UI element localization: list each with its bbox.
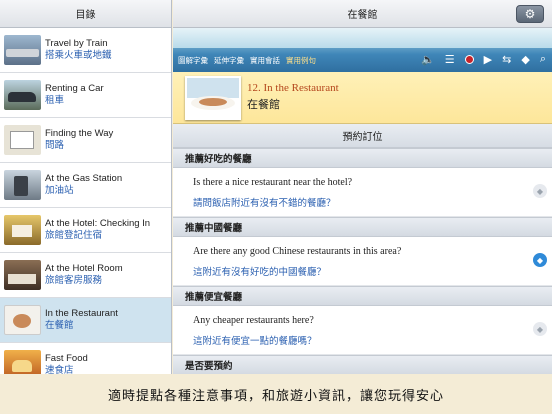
train-thumbnail (4, 35, 41, 65)
category-header: 推薦便宜餐廳 (173, 286, 552, 306)
page-title: 在餐館 (347, 10, 378, 21)
sentence-zh: 這附近有便宜一點的餐廳嗎？ (193, 336, 317, 347)
hotel-thumbnail (4, 215, 41, 245)
sidebar-item-fastfood[interactable]: Fast Food 速食店 (0, 343, 171, 374)
bookmark-tag-icon[interactable]: ◆ (533, 184, 547, 198)
restaurant-thumbnail (4, 305, 41, 335)
lesson-title-en: 12. In the Restaurant (247, 82, 339, 94)
lesson-title-zh: 在餐館 (247, 98, 280, 111)
sidebar-item-en: Renting a Car (45, 83, 104, 94)
mode-tabs: 圖解字彙 延伸字彙 實用會話 實用例句 (178, 55, 316, 66)
sidebar-item-room[interactable]: At the Hotel Room 旅館客房服務 (0, 253, 171, 298)
sidebar-item-zh: 在餐館 (45, 320, 74, 331)
tab-illustrated-vocab[interactable]: 圖解字彙 (178, 55, 208, 66)
sidebar-item-checkin[interactable]: At the Hotel: Checking In 旅館登記住宿 (0, 208, 171, 253)
sidebar-item-zh: 速食店 (45, 365, 74, 374)
bookmark-tag-icon[interactable]: ◆ (533, 253, 547, 267)
sentence-row[interactable]: Any cheaper restaurants here? 這附近有便宜一點的餐… (173, 306, 552, 355)
settings-button[interactable]: ⚙ (516, 5, 544, 23)
gear-icon: ⚙ (524, 7, 536, 21)
sentence-row[interactable]: Are there any good Chinese restaurants i… (173, 237, 552, 286)
playlist-icon[interactable]: ☰ (445, 53, 455, 66)
sidebar-item-zh: 租車 (45, 95, 65, 106)
sidebar-item-en: At the Hotel: Checking In (45, 218, 151, 229)
sidebar-item-en: Travel by Train (45, 38, 108, 49)
sentence-en: Is there a nice restaurant near the hote… (193, 177, 353, 188)
map-thumbnail (4, 125, 41, 155)
speaker-icon[interactable]: 🔈 (421, 53, 435, 66)
sidebar-item-car[interactable]: Renting a Car 租車 (0, 73, 171, 118)
search-icon[interactable]: ⌕ (540, 52, 546, 66)
repeat-icon[interactable]: ⇆ (502, 53, 511, 66)
fastfood-thumbnail (4, 350, 41, 374)
lesson-toolbar: 圖解字彙 延伸字彙 實用會話 實用例句 🔈 ☰ ▶ ⇆ ◆ ⌕ (173, 28, 552, 72)
tag-icon[interactable]: ◆ (521, 53, 529, 66)
main-header: 在餐館 ⚙ (173, 0, 552, 28)
sidebar-title: 目錄 (0, 0, 171, 28)
sentence-row[interactable]: Is there a nice restaurant near the hote… (173, 168, 552, 217)
sidebar-item-restaurant[interactable]: In the Restaurant 在餐館 (0, 298, 171, 343)
promo-caption: 適時提點各種注意事項，和旅遊小資訊，讓您玩得安心 (0, 374, 552, 414)
bookmark-tag-icon[interactable]: ◆ (533, 322, 547, 336)
category-header: 推薦中國餐廳 (173, 217, 552, 237)
tab-conversation[interactable]: 實用會話 (250, 55, 280, 66)
sidebar-item-en: Fast Food (45, 353, 88, 364)
sentence-en: Any cheaper restaurants here? (193, 315, 314, 326)
sidebar-item-gas[interactable]: At the Gas Station 加油站 (0, 163, 171, 208)
category-header: 是否要預約 (173, 355, 552, 374)
sidebar-item-zh: 旅館客房服務 (45, 275, 103, 286)
sidebar-item-en: In the Restaurant (45, 308, 118, 319)
record-icon[interactable] (464, 54, 474, 64)
section-title: 預約訂位 (173, 124, 552, 148)
car-thumbnail (4, 80, 41, 110)
sentence-en: Are there any good Chinese restaurants i… (193, 246, 402, 257)
sidebar-item-zh: 問路 (45, 140, 65, 151)
chapter-sidebar: 目錄 Travel by Train 搭乘火車或地鐵 Renting a Car… (0, 0, 172, 374)
toolbar-strip (173, 28, 552, 48)
sidebar-item-zh: 加油站 (45, 185, 74, 196)
category-header: 推薦好吃的餐廳 (173, 148, 552, 168)
toolbar-icons: 🔈 ☰ ▶ ⇆ ◆ ⌕ (421, 52, 546, 66)
lesson-banner: 12. In the Restaurant 在餐館 (173, 72, 552, 124)
sentence-zh: 請問飯店附近有沒有不錯的餐廳？ (193, 198, 336, 209)
sidebar-item-train[interactable]: Travel by Train 搭乘火車或地鐵 (0, 28, 171, 73)
sidebar-item-en: At the Gas Station (45, 173, 123, 184)
sentence-zh: 這附近有沒有好吃的中國餐廳？ (193, 267, 327, 278)
sentence-list: 預約訂位 推薦好吃的餐廳 Is there a nice restaurant … (173, 124, 552, 374)
play-icon[interactable]: ▶ (484, 53, 492, 66)
lesson-photo (185, 76, 241, 120)
sidebar-item-way[interactable]: Finding the Way 問路 (0, 118, 171, 163)
sidebar-item-en: At the Hotel Room (45, 263, 123, 274)
tab-example-sentences[interactable]: 實用例句 (286, 55, 316, 66)
tab-extended-vocab[interactable]: 延伸字彙 (214, 55, 244, 66)
room-thumbnail (4, 260, 41, 290)
sidebar-item-zh: 搭乘火車或地鐵 (45, 50, 112, 61)
gas-thumbnail (4, 170, 41, 200)
sidebar-item-en: Finding the Way (45, 128, 114, 139)
sidebar-item-zh: 旅館登記住宿 (45, 230, 103, 241)
